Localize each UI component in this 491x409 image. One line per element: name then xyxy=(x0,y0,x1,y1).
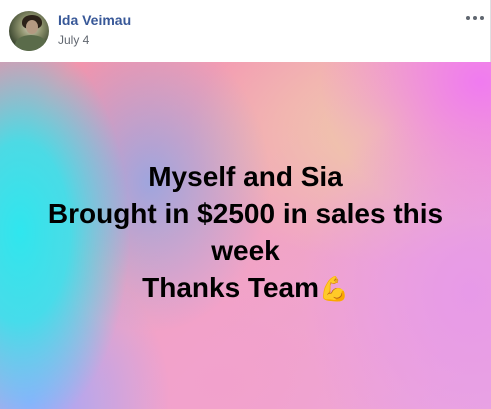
caption-line-last: Thanks Team💪 xyxy=(0,269,491,308)
avatar-face xyxy=(26,20,38,34)
author-name-link[interactable]: Ida Veimau xyxy=(58,12,131,28)
avatar-shoulders xyxy=(15,35,47,51)
image-caption: Myself and Sia Brought in $2500 in sales… xyxy=(0,158,491,308)
caption-line: week xyxy=(211,235,280,266)
post-card: Ida Veimau July 4 Myself and Sia Brought… xyxy=(0,0,491,409)
more-dot xyxy=(480,16,484,20)
post-header: Ida Veimau July 4 xyxy=(0,0,491,62)
more-horizontal-icon[interactable] xyxy=(466,14,484,24)
flexed-biceps-icon: 💪 xyxy=(318,275,349,303)
avatar[interactable] xyxy=(9,11,49,51)
post-image[interactable]: Myself and Sia Brought in $2500 in sales… xyxy=(0,62,491,409)
caption-line: Brought in $2500 in sales this xyxy=(47,198,444,229)
more-dot xyxy=(473,16,477,20)
more-dot xyxy=(466,16,470,20)
caption-line: Myself and Sia xyxy=(148,161,343,192)
caption-line: Thanks Team xyxy=(142,272,319,303)
post-date-link[interactable]: July 4 xyxy=(58,33,89,47)
